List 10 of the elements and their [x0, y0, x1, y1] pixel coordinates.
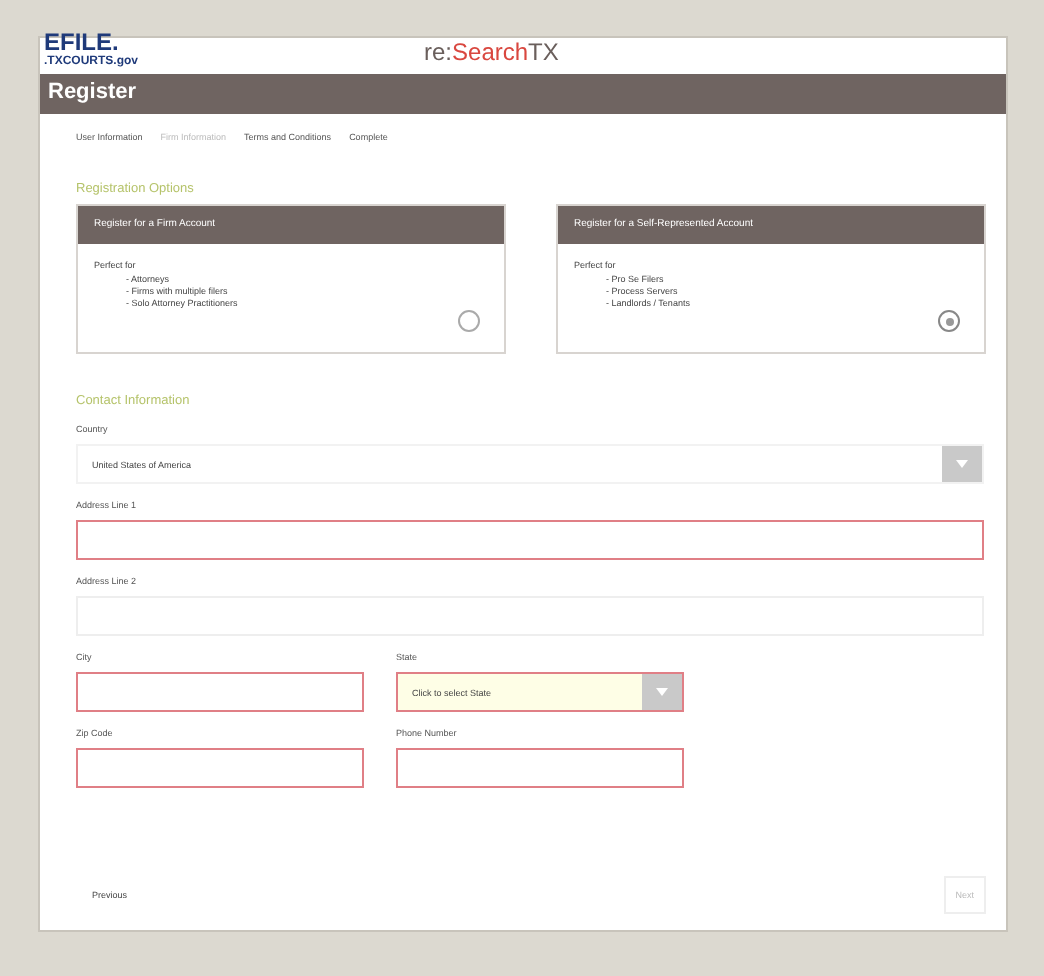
- dropdown-caret-icon[interactable]: [642, 674, 682, 710]
- page-title: Register: [40, 74, 1006, 114]
- input-field[interactable]: [76, 748, 364, 788]
- input-field[interactable]: [76, 672, 364, 712]
- radio-button[interactable]: [458, 310, 480, 332]
- brand-title: re:SearchTX: [424, 38, 559, 66]
- input-field[interactable]: [396, 748, 684, 788]
- dropdown-caret-icon[interactable]: [942, 446, 982, 482]
- radio-button[interactable]: [938, 310, 960, 332]
- input-field[interactable]: [76, 520, 984, 560]
